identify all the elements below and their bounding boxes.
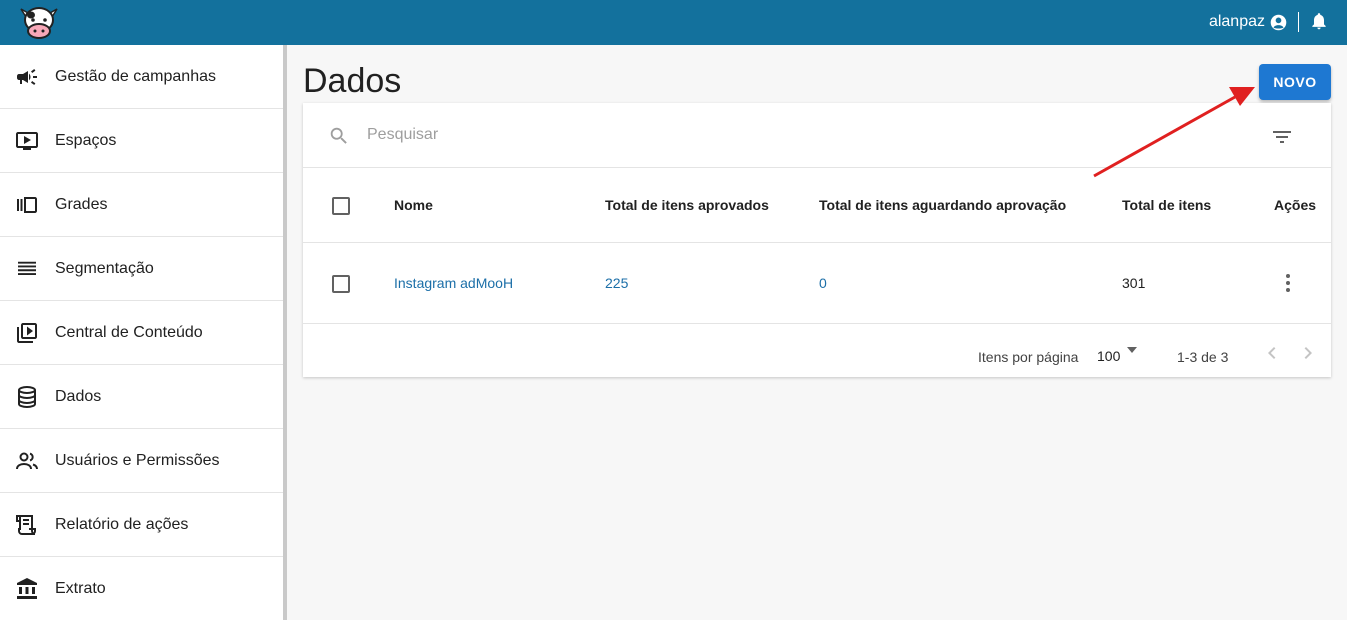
chevron-right-icon[interactable] (1296, 341, 1320, 365)
sidebar-item-extrato[interactable]: Extrato (0, 557, 283, 620)
column-header-aguardando[interactable]: Total de itens aguardando aprovação (819, 197, 1066, 213)
video-library-icon (17, 322, 37, 343)
account-circle-icon (1270, 14, 1287, 30)
bell-icon[interactable] (1309, 10, 1329, 32)
sidebar-item-label: Relatório de ações (55, 515, 189, 533)
sidebar-item-usuarios-e-permissoes[interactable]: Usuários e Permissões (0, 429, 283, 493)
search-input[interactable] (367, 123, 1167, 147)
items-per-page-select[interactable]: 100 (1097, 348, 1120, 364)
cow-logo-icon[interactable] (16, 3, 62, 41)
new-button[interactable]: NOVO (1259, 64, 1331, 100)
row-total-count: 301 (1122, 275, 1146, 291)
sidebar-item-label: Segmentação (55, 259, 154, 277)
sidebar-item-dados[interactable]: Dados (0, 365, 283, 429)
sidebar-item-label: Extrato (55, 579, 106, 597)
chevron-left-icon[interactable] (1260, 341, 1284, 365)
sidebar-item-segmentacao[interactable]: Segmentação (0, 237, 283, 301)
row-approved-count[interactable]: 225 (605, 275, 628, 291)
header-divider (1298, 12, 1299, 32)
sidebar-item-label: Usuários e Permissões (55, 451, 220, 469)
sidebar-resize-handle[interactable] (283, 45, 287, 620)
page-title: Dados (303, 62, 402, 100)
column-header-total[interactable]: Total de itens (1122, 197, 1211, 213)
lines-icon (18, 261, 36, 275)
megaphone-icon (17, 68, 37, 85)
database-icon (18, 385, 36, 408)
filter-icon[interactable] (1270, 125, 1294, 149)
sidebar-item-central-de-conteudo[interactable]: Central de Conteúdo (0, 301, 283, 365)
sidebar-item-relatorio-de-acoes[interactable]: Relatório de ações (0, 493, 283, 557)
screen-play-icon (16, 131, 38, 150)
sidebar-item-label: Central de Conteúdo (55, 323, 203, 341)
people-icon (16, 452, 38, 469)
page-range: 1-3 de 3 (1177, 349, 1229, 365)
column-header-nome[interactable]: Nome (394, 197, 433, 213)
sidebar: Gestão de campanhas Espaços Grades Segme… (0, 45, 283, 620)
row-pending-count[interactable]: 0 (819, 275, 827, 291)
sidebar-item-label: Espaços (55, 131, 117, 149)
sidebar-item-label: Gestão de campanhas (55, 67, 216, 85)
pagination: Itens por página 100 1-3 de 3 (303, 325, 1331, 377)
sidebar-item-espacos[interactable]: Espaços (0, 109, 283, 173)
row-checkbox[interactable] (332, 275, 350, 293)
row-name-link[interactable]: Instagram adMooH (394, 275, 513, 291)
column-header-aprovados[interactable]: Total de itens aprovados (605, 197, 769, 213)
bank-icon (17, 577, 37, 599)
more-vert-icon[interactable] (1285, 273, 1291, 293)
search-icon (330, 127, 347, 144)
sidebar-item-gestao-de-campanhas[interactable]: Gestão de campanhas (0, 45, 283, 109)
search-bar (303, 103, 1331, 168)
caret-down-icon[interactable] (1127, 347, 1137, 353)
column-header-acoes: Ações (1274, 197, 1317, 213)
table-header: Nome Total de itens aprovados Total de i… (303, 168, 1331, 243)
top-app-bar: alanpaz (0, 0, 1347, 45)
username: alanpaz (1208, 13, 1265, 30)
receipt-icon (16, 514, 36, 535)
user-menu[interactable]: alanpaz (1209, 11, 1287, 33)
sidebar-item-label: Dados (55, 387, 102, 405)
sidebar-item-label: Grades (55, 195, 108, 213)
select-all-checkbox[interactable] (332, 197, 350, 215)
table-row: Instagram adMooH 225 0 301 (303, 243, 1331, 324)
sidebar-item-grades[interactable]: Grades (0, 173, 283, 237)
carousel-icon (17, 196, 37, 213)
items-per-page-label: Itens por página (978, 349, 1079, 365)
data-table-card: Nome Total de itens aprovados Total de i… (303, 103, 1331, 377)
